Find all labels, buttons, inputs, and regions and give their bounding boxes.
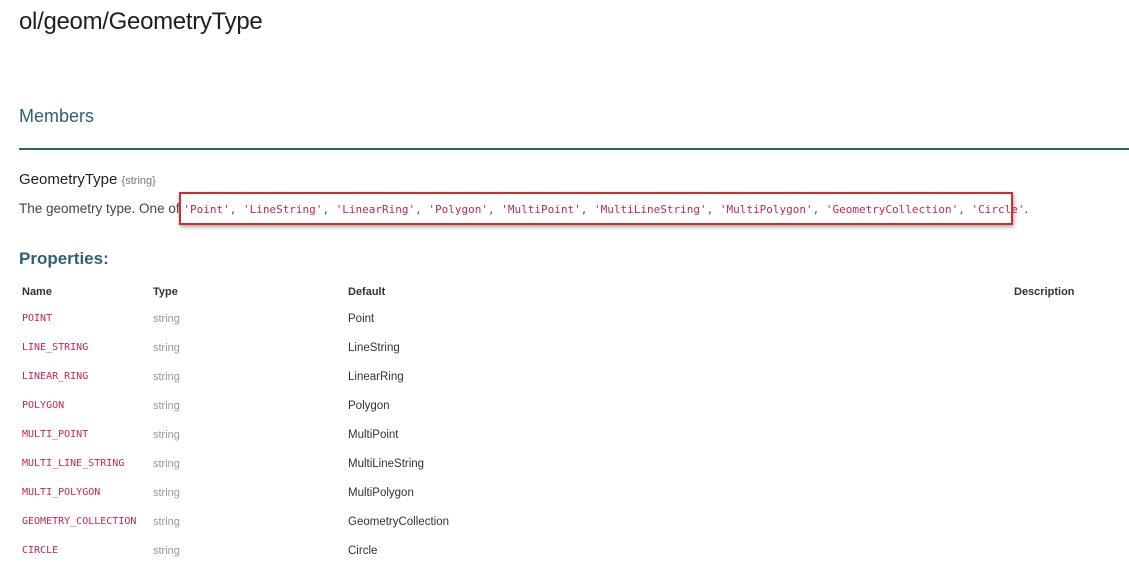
property-name: LINE_STRING [22, 342, 89, 353]
property-description [1011, 449, 1119, 478]
property-type: string [153, 428, 180, 441]
property-name: POINT [22, 313, 53, 324]
property-type: string [153, 399, 180, 412]
value-separator: , [488, 203, 502, 216]
table-row: CIRCLE string Circle [19, 536, 1119, 565]
property-type: string [153, 370, 180, 383]
member-description: The geometry type. One of 'Point', 'Line… [19, 201, 1028, 216]
description-prefix: The geometry type. One of [19, 201, 184, 216]
property-default: Polygon [348, 399, 390, 412]
value-separator: , [706, 203, 720, 216]
member-signature: GeometryType {string} [19, 171, 156, 188]
property-type: string [153, 544, 180, 557]
geometry-type-value: 'LineString' [242, 203, 323, 216]
property-description [1011, 478, 1119, 507]
table-row: LINEAR_RING string LinearRing [19, 362, 1119, 391]
property-name: POLYGON [22, 400, 65, 411]
value-separator: , [812, 203, 826, 216]
geometry-type-values: 'Point', 'LineString', 'LinearRing', 'Po… [183, 203, 1024, 216]
geometry-type-value: 'MultiPoint' [501, 203, 581, 216]
property-name: GEOMETRY_COLLECTION [22, 516, 137, 527]
property-default: LineString [348, 341, 400, 354]
property-type: string [153, 341, 180, 354]
table-row: MULTI_POINT string MultiPoint [19, 420, 1119, 449]
property-default: LinearRing [348, 370, 404, 383]
property-type: string [153, 312, 180, 325]
description-suffix: . [1024, 201, 1029, 216]
members-heading: Members [19, 106, 95, 126]
members-divider [19, 148, 1129, 150]
property-name: CIRCLE [22, 545, 59, 556]
property-name: MULTI_POINT [22, 429, 89, 440]
geometry-type-value: 'Point' [183, 203, 230, 216]
properties-heading: Properties: [19, 249, 109, 268]
value-separator: , [580, 203, 595, 216]
property-name: MULTI_POLYGON [22, 487, 101, 498]
value-separator: , [322, 203, 336, 216]
property-default: Circle [348, 544, 378, 557]
property-description [1011, 333, 1119, 362]
member-type: {string} [121, 175, 156, 187]
table-row: GEOMETRY_COLLECTION string GeometryCollect… [19, 507, 1119, 536]
value-separator: , [415, 203, 429, 216]
column-header-name: Name [22, 286, 52, 298]
property-default: Point [348, 312, 375, 325]
property-name: MULTI_LINE_STRING [22, 458, 125, 469]
property-description [1011, 391, 1119, 420]
property-default: GeometryCollection [348, 515, 449, 528]
table-row: LINE_STRING string LineString [19, 333, 1119, 362]
property-name: LINEAR_RING [22, 371, 89, 382]
property-type: string [153, 457, 180, 470]
geometry-type-value: 'LinearRing' [335, 203, 416, 216]
property-default: MultiLineString [348, 457, 425, 470]
geometry-type-value: 'Circle' [971, 203, 1025, 216]
table-row: MULTI_LINE_STRING string MultiLineString [19, 449, 1119, 478]
property-description [1011, 362, 1119, 391]
property-type: string [153, 486, 180, 499]
value-separator: , [229, 203, 243, 216]
table-row: POINT string Point [19, 304, 1119, 333]
table-header-row: Name Type Default Description [19, 280, 1119, 304]
column-header-default: Default [348, 286, 386, 298]
table-row: MULTI_POLYGON string MultiPolygon [19, 478, 1119, 507]
page-title: ol/geom/GeometryType [19, 8, 263, 35]
properties-table: Name Type Default Description POINT strin… [19, 280, 1119, 565]
property-description [1011, 420, 1119, 449]
geometry-type-value: 'Polygon' [428, 203, 489, 216]
property-description [1011, 304, 1119, 333]
value-separator: , [958, 203, 972, 216]
geometry-type-value: 'GeometryCollection' [825, 203, 959, 216]
geometry-type-value: 'MultiLineString' [594, 203, 707, 216]
property-default: MultiPolygon [348, 486, 414, 499]
column-header-type: Type [153, 286, 178, 298]
table-row: POLYGON string Polygon [19, 391, 1119, 420]
member-name: GeometryType [19, 171, 118, 188]
property-default: MultiPoint [348, 428, 399, 441]
property-description [1011, 507, 1119, 536]
property-description [1011, 536, 1119, 565]
property-type: string [153, 515, 180, 528]
geometry-type-value: 'MultiPolygon' [719, 203, 813, 216]
column-header-description: Description [1014, 286, 1075, 298]
